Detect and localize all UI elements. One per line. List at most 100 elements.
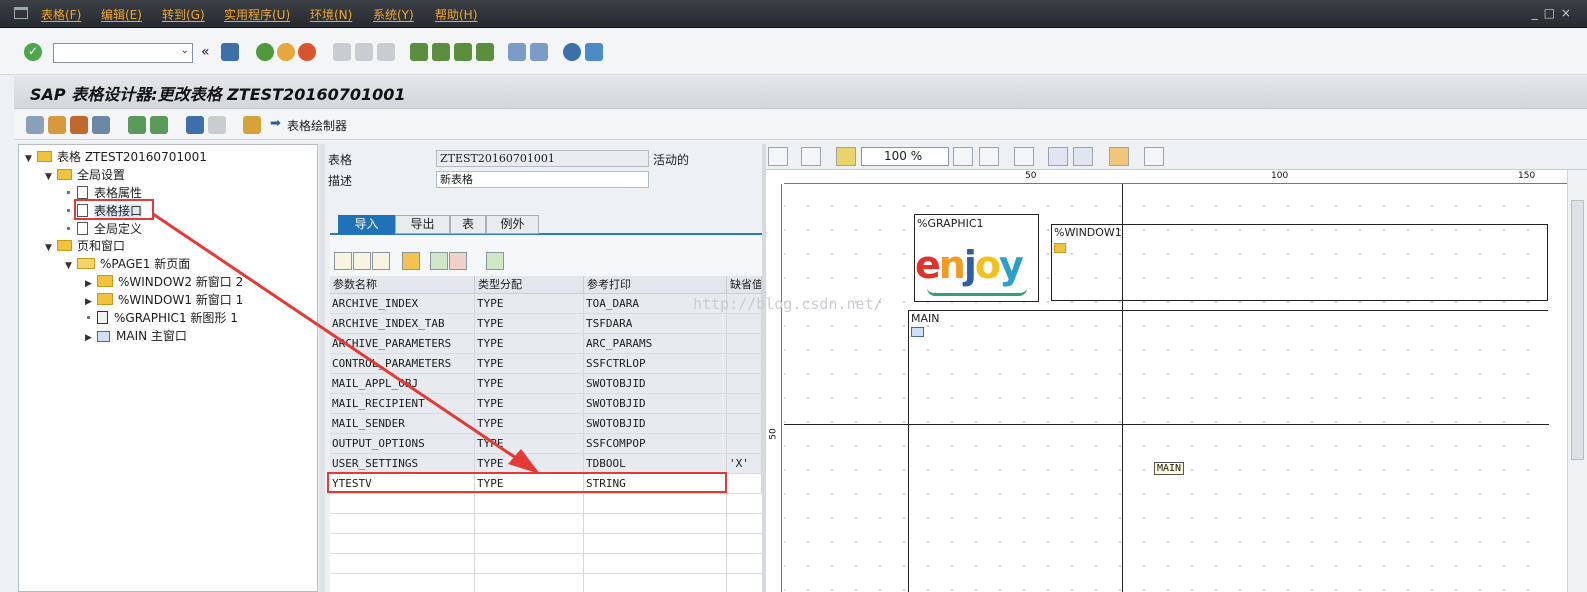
tree-node-window1[interactable]: ▶ %WINDOW1 新窗口 1 [85,291,243,309]
zoom-select[interactable]: 100 % [861,147,949,166]
find-icon[interactable] [355,43,373,61]
tree-node-main[interactable]: ▶ MAIN 主窗口 [85,327,187,345]
form-name-field[interactable]: ZTEST20160701001 [436,150,649,167]
first-page-icon[interactable] [410,43,428,61]
chevron-down-icon[interactable]: ▼ [25,150,37,168]
grid-icon[interactable] [1048,147,1068,166]
cell-name[interactable]: ARCHIVE_INDEX_TAB [330,314,475,333]
tab-tables[interactable]: 表 [450,215,486,234]
field-list-icon[interactable] [243,116,261,134]
activate-icon[interactable] [48,116,66,134]
vertical-scrollbar[interactable] [1567,170,1587,592]
cell-reference[interactable]: TSFDARA [584,314,727,333]
tree-node-window2[interactable]: ▶ %WINDOW2 新窗口 2 [85,273,243,291]
last-page-icon[interactable] [476,43,494,61]
page-canvas[interactable]: %WINDOW1 MAIN MAIN %GRAPHIC1 enjoy [784,184,1549,592]
cell-type[interactable]: TYPE [475,314,584,333]
cell-default[interactable] [727,334,762,353]
cell-type[interactable]: TYPE [475,434,584,453]
tree-node-pages-windows[interactable]: ▼ 页和窗口 [45,237,125,255]
zoom-out-icon[interactable] [979,147,999,166]
check-params-icon[interactable] [486,252,504,270]
tab-import[interactable]: 导入 [338,215,395,234]
tree-node-page1[interactable]: ▼ %PAGE1 新页面 [65,255,190,273]
cell-name[interactable]: ARCHIVE_PARAMETERS [330,334,475,353]
tree-node-form[interactable]: ▼ 表格 ZTEST20160701001 [25,148,207,166]
window-controls[interactable]: _□× [1532,6,1577,20]
check-icon[interactable] [92,116,110,134]
chevron-right-icon[interactable]: ▶ [85,329,97,347]
back-icon[interactable] [256,43,274,61]
table-row[interactable]: ARCHIVE_INDEX_TAB TYPE TSFDARA [330,314,762,334]
cell-name[interactable]: MAIL_RECIPIENT [330,394,475,413]
menu-help[interactable]: 帮助(H) [435,6,477,23]
scrollbar-thumb[interactable] [1571,200,1584,460]
cell-default[interactable] [727,434,762,453]
column-header-name[interactable]: 参数名称 [330,276,475,294]
menu-utilities[interactable]: 实用程序(U) [224,6,290,23]
description-field[interactable]: 新表格 [436,171,649,188]
enter-icon[interactable] [24,43,42,61]
table-row[interactable]: ARCHIVE_PARAMETERS TYPE ARC_PARAMS [330,334,762,354]
cell-type[interactable]: TYPE [475,374,584,393]
cell-default[interactable] [727,474,762,493]
cell-default[interactable]: 'X' [727,454,762,473]
cell-reference[interactable]: SSFCTRLOP [584,354,727,373]
exit-icon[interactable] [277,43,295,61]
collapse-tree-icon[interactable] [150,116,168,134]
paste-icon[interactable] [372,252,390,270]
menu-form[interactable]: 表格(F) [41,6,81,23]
cut-icon[interactable] [334,252,352,270]
shortcut-icon[interactable] [530,43,548,61]
table-row[interactable] [330,534,762,554]
chevron-down-icon[interactable]: ▼ [45,239,57,257]
cell-name[interactable]: CONTROL_PARAMETERS [330,354,475,373]
create-session-icon[interactable] [508,43,526,61]
grid-snap-icon[interactable] [1073,147,1093,166]
tree-node-global-definitions[interactable]: 全局定义 [67,220,142,238]
menu-edit[interactable]: 编辑(E) [101,6,142,23]
table-row[interactable]: MAIL_RECIPIENT TYPE SWOTOBJID [330,394,762,414]
main-window-frame[interactable]: MAIN MAIN [908,310,1548,592]
redo-icon[interactable] [208,116,226,134]
collapse-icon[interactable]: « [201,44,210,60]
cell-default[interactable] [727,314,762,333]
table-row[interactable] [330,494,762,514]
next-page-icon[interactable] [454,43,472,61]
chevron-down-icon[interactable]: ▼ [65,257,77,275]
cell-name[interactable]: OUTPUT_OPTIONS [330,434,475,453]
save-icon[interactable] [221,43,239,61]
cell-type[interactable]: TYPE [475,334,584,353]
cell-type[interactable]: TYPE [475,394,584,413]
image-icon[interactable] [836,147,856,166]
table-row[interactable]: MAIL_APPL_OBJ TYPE SWOTOBJID [330,374,762,394]
column-header-reference[interactable]: 参考打印 [584,276,727,294]
table-row[interactable]: OUTPUT_OPTIONS TYPE SSFCOMPOP [330,434,762,454]
cell-default[interactable] [727,354,762,373]
change-display-icon[interactable] [26,116,44,134]
cell-type[interactable]: TYPE [475,414,584,433]
cell-reference[interactable]: TDBOOL [584,454,727,473]
tab-exceptions[interactable]: 例外 [486,215,539,234]
menu-system[interactable]: 系统(Y) [373,6,414,23]
cell-reference[interactable]: SWOTOBJID [584,414,727,433]
ruler-icon[interactable] [1109,147,1129,166]
chevron-down-icon[interactable]: ▼ [45,168,57,186]
graphic1-frame[interactable]: %GRAPHIC1 enjoy [914,214,1039,302]
table-row[interactable] [330,554,762,574]
help-icon[interactable] [563,43,581,61]
table-row[interactable]: CONTROL_PARAMETERS TYPE SSFCTRLOP [330,354,762,374]
cell-reference[interactable]: SSFCOMPOP [584,434,727,453]
zoom-in-icon[interactable] [953,147,973,166]
chevron-down-icon[interactable]: ⌄ [181,45,189,56]
form-painter-button[interactable]: 表格绘制器 [287,117,347,134]
cell-type[interactable]: TYPE [475,454,584,473]
cell-type[interactable]: TYPE [475,294,584,313]
customize-layout-icon[interactable] [585,43,603,61]
insert-row-icon[interactable] [430,252,448,270]
cell-name[interactable]: ARCHIVE_INDEX [330,294,475,313]
cell-type[interactable]: TYPE [475,354,584,373]
cell-name[interactable]: USER_SETTINGS [330,454,475,473]
menu-goto[interactable]: 转到(G) [162,6,205,23]
pin-icon[interactable] [768,147,788,166]
